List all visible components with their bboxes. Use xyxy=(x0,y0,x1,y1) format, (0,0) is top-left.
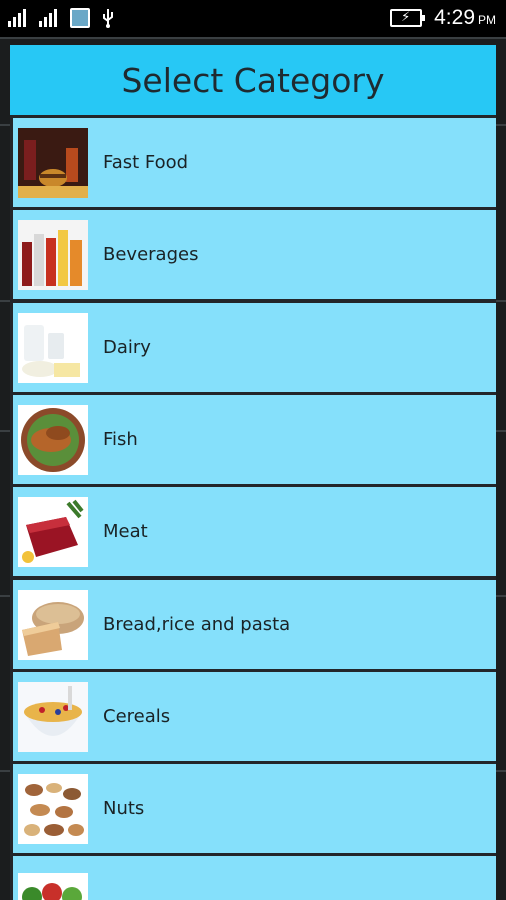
category-label: Fast Food xyxy=(103,152,189,173)
battery-charging-icon: ⚡ xyxy=(390,9,426,27)
category-label: Bread,rice and pasta xyxy=(103,614,291,635)
dialog-title: Select Category xyxy=(121,60,385,100)
nuts-photo xyxy=(18,773,88,844)
usb-icon xyxy=(103,9,113,28)
signal-strength-icon-2 xyxy=(39,9,60,27)
meat-photo xyxy=(18,496,88,567)
cereals-photo xyxy=(18,681,88,752)
beverages-photo xyxy=(18,219,88,290)
app-notification-icon xyxy=(70,8,90,28)
category-label: Beverages xyxy=(103,244,199,265)
category-item-bread-rice-pasta[interactable]: Bread,rice and pasta xyxy=(13,580,496,669)
category-item-dairy[interactable]: Dairy xyxy=(13,303,496,392)
fast-food-photo xyxy=(18,127,88,198)
status-bar: ⚡ 4:29 PM xyxy=(0,0,506,37)
fish-photo xyxy=(18,404,88,475)
dialog-header: Select Category xyxy=(10,45,496,115)
dairy-photo xyxy=(18,312,88,383)
category-item-cereals[interactable]: Cereals xyxy=(13,672,496,761)
category-item-vegetables[interactable] xyxy=(13,856,496,900)
category-label: Fish xyxy=(103,429,138,450)
category-label: Dairy xyxy=(103,337,151,358)
category-item-fast-food[interactable]: Fast Food xyxy=(13,118,496,207)
category-label: Nuts xyxy=(103,798,145,819)
category-label: Cereals xyxy=(103,706,171,727)
category-item-beverages[interactable]: Beverages xyxy=(13,210,496,299)
signal-strength-icon xyxy=(8,9,29,27)
vegetables-photo xyxy=(18,872,88,900)
clock: 4:29 PM xyxy=(434,6,496,29)
category-item-meat[interactable]: Meat xyxy=(13,487,496,576)
category-item-nuts[interactable]: Nuts xyxy=(13,764,496,853)
bread-photo xyxy=(18,589,88,660)
select-category-dialog: Select Category Fast Food Beverages Dair… xyxy=(10,45,496,900)
category-label: Meat xyxy=(103,521,148,542)
category-item-fish[interactable]: Fish xyxy=(13,395,496,484)
